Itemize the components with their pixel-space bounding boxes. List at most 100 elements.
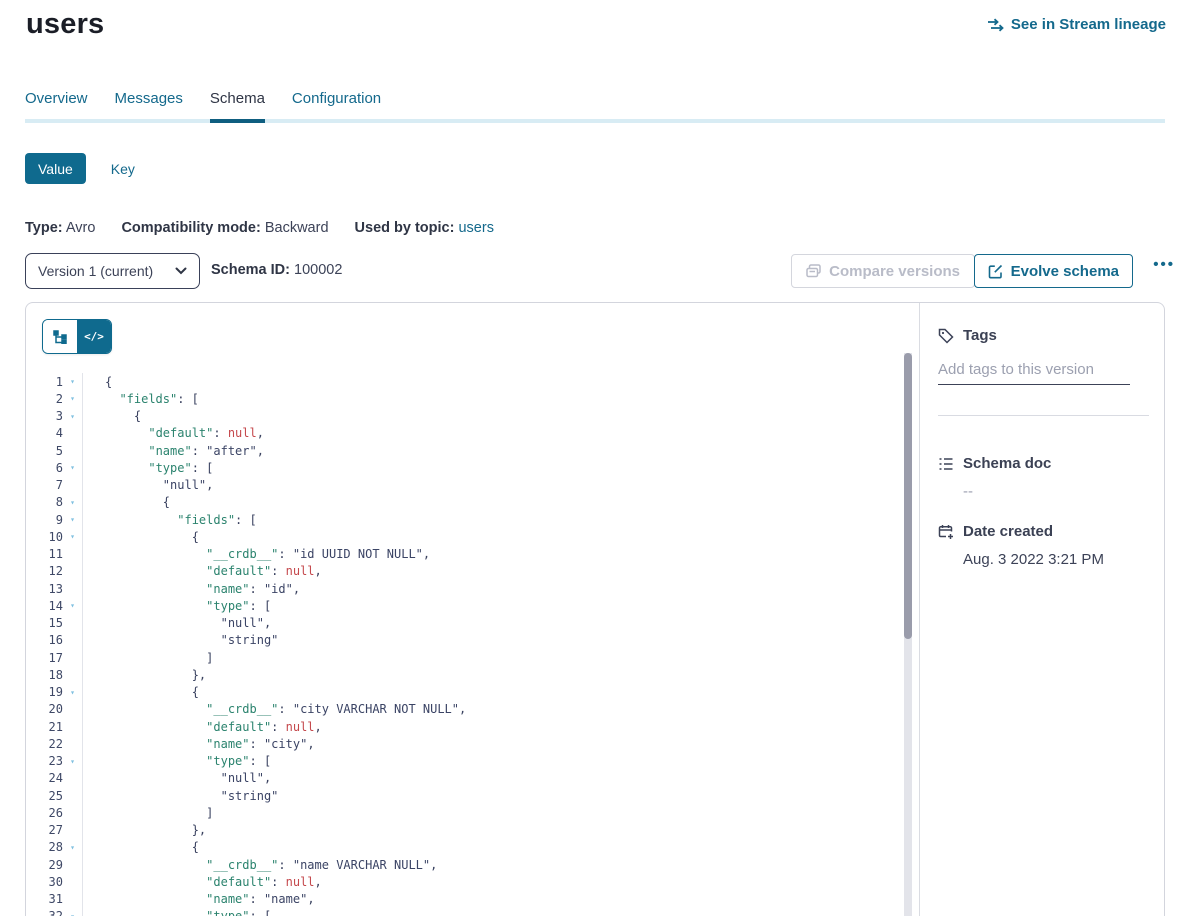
fold-toggle-icon[interactable]: ▾ (63, 511, 83, 528)
tree-view-button[interactable] (43, 320, 77, 353)
code-text: "default": null, (206, 720, 322, 734)
fold-toggle-icon[interactable]: ▾ (63, 908, 83, 916)
schema-doc-value: -- (963, 483, 1149, 500)
compatibility-meta: Compatibility mode: Backward (121, 220, 328, 236)
code-line: 19▾{ (26, 684, 904, 701)
stream-lineage-icon (987, 18, 1004, 32)
edit-icon (988, 264, 1003, 279)
fold-spacer (63, 718, 83, 735)
line-number: 12 (26, 564, 63, 578)
schema-metadata-sidebar: Tags Schema doc -- (920, 303, 1165, 916)
type-value: Avro (66, 220, 96, 236)
schema-code-editor[interactable]: 1▾{2▾"fields": [3▾{4"default": null,5"na… (26, 373, 904, 916)
compare-versions-button[interactable]: Compare versions (791, 254, 975, 288)
value-key-toggle: Value Key (25, 153, 135, 184)
compatibility-value: Backward (265, 220, 329, 236)
list-icon (938, 456, 954, 472)
line-number: 32 (26, 909, 63, 916)
tab-overview[interactable]: Overview (25, 90, 88, 119)
code-text: "type": [ (206, 599, 271, 613)
more-actions-button[interactable]: ••• (1153, 256, 1175, 273)
code-text: { (192, 840, 199, 854)
evolve-schema-button[interactable]: Evolve schema (974, 254, 1133, 288)
editor-view-toggle: </> (42, 319, 112, 354)
version-dropdown[interactable]: Version 1 (current) (25, 253, 200, 289)
fold-toggle-icon[interactable]: ▾ (63, 839, 83, 856)
fold-toggle-icon[interactable]: ▾ (63, 684, 83, 701)
line-number: 28 (26, 840, 63, 854)
code-line: 3▾ { (26, 408, 904, 425)
code-line: 12"default": null, (26, 563, 904, 580)
line-number: 9 (26, 513, 63, 527)
used-by-topic-label: Used by topic: (355, 220, 455, 236)
code-view-icon: </> (84, 330, 104, 343)
see-in-stream-lineage-link[interactable]: See in Stream lineage (987, 16, 1166, 33)
fold-toggle-icon[interactable]: ▾ (63, 494, 83, 511)
tags-section-header: Tags (938, 327, 1149, 344)
line-number: 30 (26, 875, 63, 889)
code-line: 14▾ "type": [ (26, 597, 904, 614)
line-number: 1 (26, 375, 63, 389)
code-line: 32▾"type": [ (26, 908, 904, 916)
line-number: 5 (26, 444, 63, 458)
code-text: ] (206, 806, 213, 820)
code-view-button[interactable]: </> (77, 320, 111, 353)
code-line: 20"__crdb__": "city VARCHAR NOT NULL", (26, 701, 904, 718)
code-line: 15"null", (26, 615, 904, 632)
code-text: { (163, 495, 170, 509)
fold-spacer (63, 649, 83, 666)
line-number: 3 (26, 409, 63, 423)
line-number: 26 (26, 806, 63, 820)
editor-scrollbar-thumb[interactable] (904, 353, 912, 639)
tree-view-icon (53, 330, 67, 344)
code-text: ] (206, 651, 213, 665)
tags-title: Tags (963, 327, 997, 344)
fold-spacer (63, 477, 83, 494)
line-number: 21 (26, 720, 63, 734)
date-created-section-header: Date created (938, 523, 1149, 540)
code-line: 6▾"type": [ (26, 459, 904, 476)
line-number: 11 (26, 547, 63, 561)
key-tab-button[interactable]: Key (111, 161, 135, 177)
code-line: 4"default": null, (26, 425, 904, 442)
chevron-down-icon (175, 267, 187, 275)
fold-spacer (63, 701, 83, 718)
code-line: 17] (26, 649, 904, 666)
code-text: { (134, 409, 141, 423)
line-number: 4 (26, 426, 63, 440)
line-number: 16 (26, 633, 63, 647)
schema-doc-section-header: Schema doc (938, 455, 1149, 472)
line-number: 17 (26, 651, 63, 665)
line-number: 13 (26, 582, 63, 596)
schema-panel: </> 1▾{2▾"fields": [3▾{4"default": null,… (25, 302, 1165, 916)
value-tab-button[interactable]: Value (25, 153, 86, 184)
code-text: "string" (221, 633, 279, 647)
code-line: 9▾"fields": [ (26, 511, 904, 528)
line-number: 31 (26, 892, 63, 906)
fold-toggle-icon[interactable]: ▾ (63, 408, 83, 425)
fold-spacer (63, 873, 83, 890)
fold-spacer (63, 787, 83, 804)
fold-toggle-icon[interactable]: ▾ (63, 528, 83, 545)
fold-toggle-icon[interactable]: ▾ (63, 459, 83, 476)
editor-scrollbar-track[interactable] (904, 353, 912, 916)
tab-schema[interactable]: Schema (210, 90, 265, 119)
topic-link[interactable]: users (458, 220, 493, 236)
fold-toggle-icon[interactable]: ▾ (63, 390, 83, 407)
versions-icon (806, 264, 821, 278)
code-text: { (105, 375, 112, 389)
tab-configuration[interactable]: Configuration (292, 90, 381, 119)
add-tags-input[interactable] (938, 361, 1130, 385)
fold-toggle-icon[interactable]: ▾ (63, 373, 83, 390)
fold-spacer (63, 891, 83, 908)
line-number: 14 (26, 599, 63, 613)
fold-spacer (63, 856, 83, 873)
fold-toggle-icon[interactable]: ▾ (63, 597, 83, 614)
code-line: 8▾{ (26, 494, 904, 511)
code-text: "type": [ (206, 754, 271, 768)
fold-toggle-icon[interactable]: ▾ (63, 753, 83, 770)
used-by-topic-meta: Used by topic: users (355, 220, 494, 236)
lineage-link-label: See in Stream lineage (1011, 16, 1166, 33)
tab-messages[interactable]: Messages (115, 90, 183, 119)
date-created-title: Date created (963, 523, 1053, 540)
